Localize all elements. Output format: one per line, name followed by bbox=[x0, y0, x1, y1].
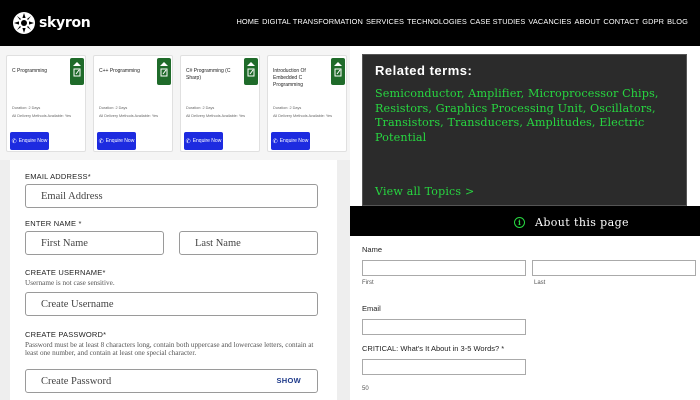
email-label: EMAIL ADDRESS* bbox=[25, 172, 91, 181]
course-card-csharp[interactable]: C# Programming (C Sharp) Duration: 2 Day… bbox=[180, 55, 260, 152]
related-terms-panel: Related terms: Semiconductor, Amplifier,… bbox=[362, 54, 687, 206]
first-sub-label: First bbox=[362, 280, 374, 286]
nav-about[interactable]: ABOUT bbox=[574, 17, 600, 26]
enquire-now-label: Enquire Now bbox=[192, 138, 222, 144]
username-placeholder: Create Username bbox=[41, 298, 114, 310]
enquire-now-label: Enquire Now bbox=[105, 138, 135, 144]
nav-gdpr[interactable]: GDPR bbox=[642, 17, 664, 26]
form-margin bbox=[337, 160, 350, 400]
edit-icon bbox=[334, 62, 342, 77]
last-sub-label: Last bbox=[534, 280, 546, 286]
course-card-cpp[interactable]: C++ Programming Duration: 2 Days All Del… bbox=[93, 55, 173, 152]
nav-contact[interactable]: CONTACT bbox=[603, 17, 639, 26]
card-title: Introduction Of Embedded C Programming bbox=[273, 68, 306, 88]
name-label: Name bbox=[362, 245, 383, 254]
create-password-input[interactable]: Create Password SHOW bbox=[25, 369, 318, 393]
card-title: C# Programming (C Sharp) bbox=[186, 68, 231, 81]
email-placeholder: Email Address bbox=[41, 190, 103, 202]
name-label: ENTER NAME * bbox=[25, 219, 82, 228]
enquire-now-button[interactable]: ✆ Enquire Now bbox=[271, 132, 310, 150]
card-badge bbox=[244, 58, 258, 85]
card-duration: Duration: 2 Days bbox=[186, 106, 215, 110]
card-duration: Duration: 2 Days bbox=[12, 106, 41, 110]
phone-icon: ✆ bbox=[185, 138, 191, 145]
about-toggle[interactable]: i About this page bbox=[514, 216, 629, 229]
first-name-input[interactable]: First Name bbox=[25, 231, 164, 255]
password-help-text: Password must be at least 8 characters l… bbox=[25, 341, 314, 357]
card-delivery: All Delivery Methods Available: Yes bbox=[273, 114, 333, 118]
show-password-button[interactable]: SHOW bbox=[276, 376, 301, 385]
info-icon: i bbox=[514, 217, 525, 228]
enquire-now-label: Enquire Now bbox=[279, 138, 309, 144]
card-badge bbox=[157, 58, 171, 85]
edit-icon bbox=[73, 62, 81, 77]
username-help-text: Username is not case sensitive. bbox=[25, 279, 115, 287]
form-margin bbox=[0, 160, 10, 400]
nav-blog[interactable]: BLOG bbox=[667, 17, 688, 26]
password-placeholder: Create Password bbox=[41, 375, 112, 387]
create-username-input[interactable]: Create Username bbox=[25, 292, 318, 316]
skyron-logo-icon bbox=[13, 12, 35, 34]
phone-icon: ✆ bbox=[11, 138, 17, 145]
enquire-now-button[interactable]: ✆ Enquire Now bbox=[10, 132, 49, 150]
topic-words-input[interactable] bbox=[362, 359, 526, 375]
logo-text: skyron bbox=[39, 15, 91, 31]
about-this-page-bar[interactable]: i About this page bbox=[350, 206, 700, 236]
edit-icon bbox=[247, 62, 255, 77]
email-input[interactable] bbox=[362, 319, 526, 335]
email-label: Email bbox=[362, 304, 381, 313]
related-terms-title: Related terms: bbox=[375, 63, 473, 78]
password-label: CREATE PASSWORD* bbox=[25, 330, 107, 339]
course-cards: C Programming Duration: 2 Days All Deliv… bbox=[0, 46, 350, 160]
brand-logo[interactable]: skyron bbox=[12, 11, 91, 35]
phone-icon: ✆ bbox=[272, 138, 278, 145]
nav-home[interactable]: HOME bbox=[237, 17, 260, 26]
card-delivery: All Delivery Methods Available: Yes bbox=[186, 114, 246, 118]
nav-technologies[interactable]: TECHNOLOGIES bbox=[407, 17, 467, 26]
enquire-now-button[interactable]: ✆ Enquire Now bbox=[97, 132, 136, 150]
main-nav: HOME DIGITAL TRANSFORMATION SERVICES TEC… bbox=[237, 17, 689, 26]
about-this-page-label: About this page bbox=[535, 216, 629, 229]
enquire-now-label: Enquire Now bbox=[18, 138, 48, 144]
nav-case-studies[interactable]: CASE STUDIES bbox=[470, 17, 525, 26]
view-all-topics-link[interactable]: View all Topics > bbox=[375, 185, 474, 198]
enquire-now-button[interactable]: ✆ Enquire Now bbox=[184, 132, 223, 150]
card-badge bbox=[70, 58, 84, 85]
last-name-input[interactable]: Last Name bbox=[179, 231, 318, 255]
edit-icon bbox=[160, 62, 168, 77]
critical-question-label: CRITICAL: What's It About in 3-5 Words? … bbox=[362, 344, 505, 353]
contact-form: Name First Last Email CRITICAL: What's I… bbox=[350, 236, 700, 400]
registration-form: EMAIL ADDRESS* Email Address ENTER NAME … bbox=[0, 160, 350, 400]
card-title: C Programming bbox=[12, 68, 48, 74]
first-name-input[interactable] bbox=[362, 260, 526, 276]
nav-digital-transformation[interactable]: DIGITAL TRANSFORMATION bbox=[262, 17, 363, 26]
username-label: CREATE USERNAME* bbox=[25, 268, 106, 277]
card-title: C++ Programming bbox=[99, 68, 140, 74]
last-name-placeholder: Last Name bbox=[195, 237, 241, 249]
first-name-placeholder: First Name bbox=[41, 237, 88, 249]
card-delivery: All Delivery Methods Available: Yes bbox=[99, 114, 159, 118]
course-card-embedded-c[interactable]: Introduction Of Embedded C Programming D… bbox=[267, 55, 347, 152]
card-duration: Duration: 2 Days bbox=[99, 106, 128, 110]
related-terms-list[interactable]: Semiconductor, Amplifier, Microprocessor… bbox=[375, 87, 695, 145]
nav-vacancies[interactable]: VACANCIES bbox=[528, 17, 571, 26]
related-terms-section: Related terms: Semiconductor, Amplifier,… bbox=[350, 46, 700, 206]
card-delivery: All Delivery Methods Available: Yes bbox=[12, 114, 72, 118]
card-badge bbox=[331, 58, 345, 85]
email-address-input[interactable]: Email Address bbox=[25, 184, 318, 208]
course-card-c[interactable]: C Programming Duration: 2 Days All Deliv… bbox=[6, 55, 86, 152]
top-header: skyron HOME DIGITAL TRANSFORMATION SERVI… bbox=[0, 0, 700, 46]
character-count: 50 bbox=[362, 386, 369, 392]
card-duration: Duration: 2 Days bbox=[273, 106, 302, 110]
last-name-input[interactable] bbox=[532, 260, 696, 276]
phone-icon: ✆ bbox=[98, 138, 104, 145]
nav-services[interactable]: SERVICES bbox=[366, 17, 404, 26]
